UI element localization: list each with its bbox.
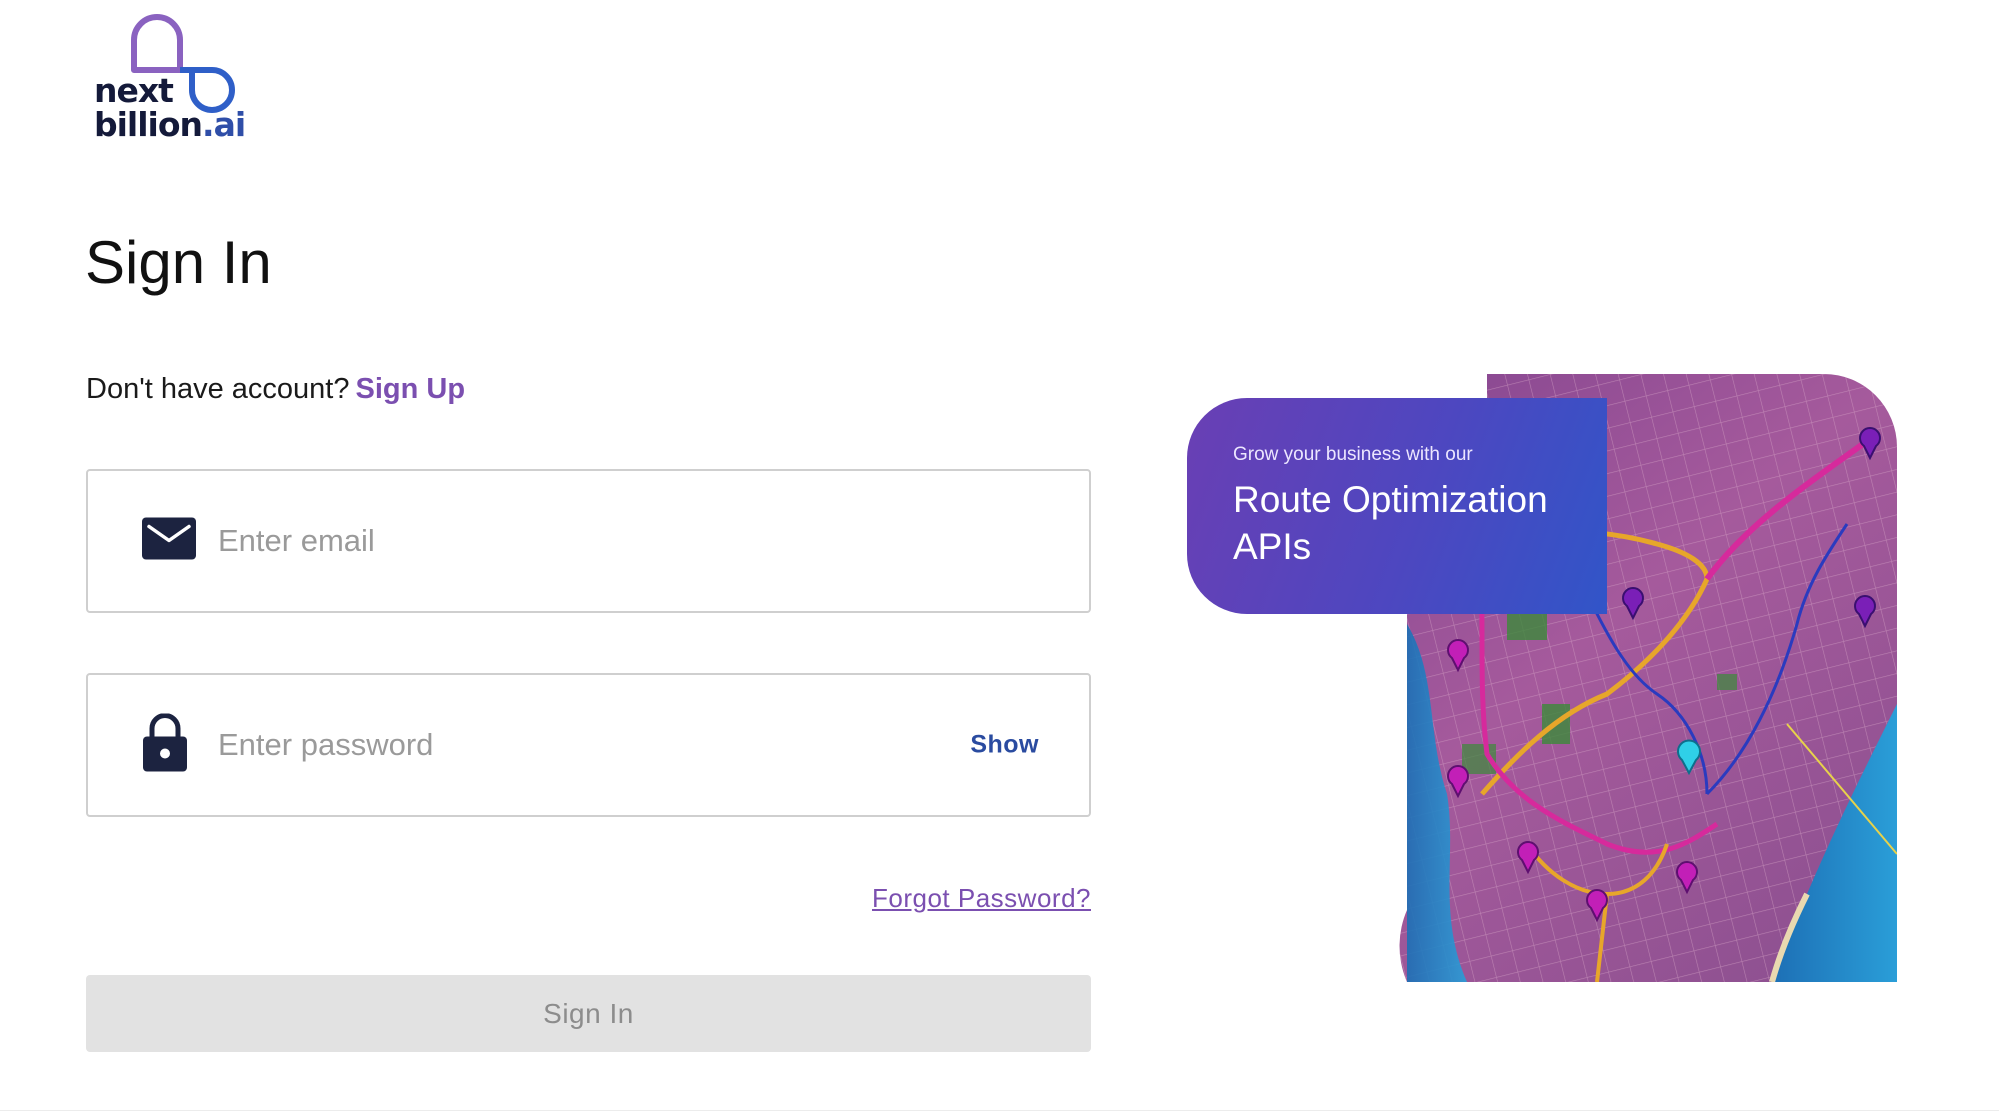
- promo-card: Grow your business with our Route Optimi…: [1187, 398, 1607, 614]
- email-input[interactable]: [216, 515, 920, 567]
- promo-title: Route Optimization APIs: [1233, 479, 1548, 567]
- logo-text-ai: .ai: [202, 105, 246, 144]
- password-field[interactable]: Show: [86, 673, 1091, 817]
- footer-divider: [0, 1110, 1999, 1111]
- logo-text-billion: billion.ai: [94, 105, 246, 144]
- promo-panel: Grow your business with our Route Optimi…: [1187, 374, 1897, 982]
- brand-logo[interactable]: next billion.ai: [92, 12, 246, 144]
- logo-text-billion-main: billion: [94, 105, 203, 144]
- signup-prompt-text: Don't have account?: [86, 373, 350, 405]
- promo-kicker: Grow your business with our: [1233, 444, 1473, 465]
- envelope-icon: [142, 517, 196, 565]
- signup-prompt-row: Don't have account? Sign Up: [86, 373, 465, 406]
- password-input[interactable]: [216, 719, 920, 771]
- logo-text-next: next: [94, 71, 174, 110]
- show-password-toggle[interactable]: Show: [970, 731, 1039, 760]
- lock-icon: [142, 713, 188, 777]
- page-title: Sign In: [85, 229, 272, 296]
- sign-in-button[interactable]: Sign In: [86, 975, 1091, 1052]
- sign-up-link[interactable]: Sign Up: [356, 373, 466, 405]
- email-field[interactable]: [86, 469, 1091, 613]
- forgot-password-link[interactable]: Forgot Password?: [872, 883, 1091, 914]
